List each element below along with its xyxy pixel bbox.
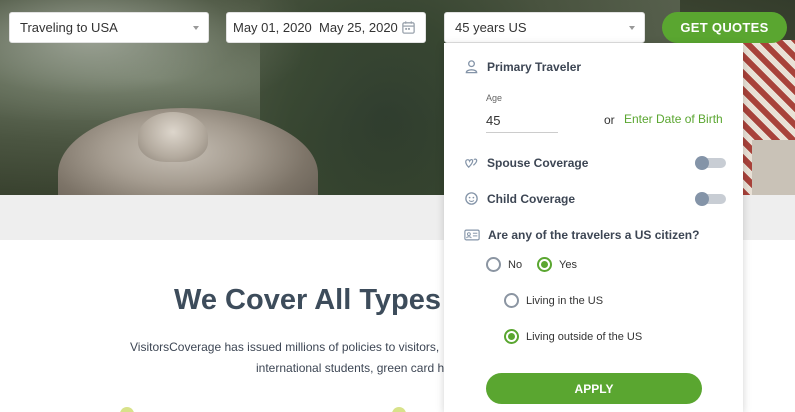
feature-icon-partial (392, 407, 406, 412)
page-description-line2: international students, green card h (256, 361, 445, 375)
living-outside-us-radio[interactable]: Living outside of the US (504, 329, 642, 344)
chevron-down-icon (629, 26, 635, 30)
living-outside-us-label: Living outside of the US (526, 330, 643, 343)
or-text: or (604, 113, 615, 127)
child-coverage-label: Child Coverage (487, 191, 576, 206)
toggle-knob (695, 156, 709, 170)
citizen-yes-label: Yes (559, 258, 577, 271)
radio-circle (486, 257, 501, 272)
primary-traveler-header: Primary Traveler (464, 59, 581, 74)
calendar-icon (402, 21, 415, 34)
get-quotes-button[interactable]: GET QUOTES (662, 12, 787, 43)
feature-icon-partial (120, 407, 134, 412)
us-citizen-question-row: Are any of the travelers a US citizen? (464, 228, 699, 242)
enter-dob-link[interactable]: Enter Date of Birth (624, 112, 723, 126)
radio-circle (504, 293, 519, 308)
child-coverage-row: Child Coverage (464, 191, 575, 206)
start-date: May 01, 2020 (233, 20, 312, 35)
date-range-field[interactable]: May 01, 2020 May 25, 2020 (226, 12, 426, 43)
page-description-line1: VisitorsCoverage has issued millions of … (130, 340, 440, 354)
living-in-us-label: Living in the US (526, 294, 604, 307)
living-in-us-radio[interactable]: Living in the US (504, 293, 603, 308)
primary-traveler-label: Primary Traveler (487, 59, 582, 74)
spouse-coverage-toggle[interactable] (695, 156, 726, 170)
citizen-no-label: No (508, 258, 523, 271)
destination-select[interactable]: Traveling to USA (9, 12, 209, 43)
citizen-yes-radio[interactable]: Yes (537, 257, 577, 272)
age-label: Age (486, 93, 503, 103)
destination-value: Traveling to USA (20, 20, 118, 35)
hearts-icon (465, 158, 478, 169)
toggle-knob (695, 192, 709, 206)
radio-circle-selected (504, 329, 519, 344)
travelers-value: 45 years US (455, 20, 527, 35)
travelers-select[interactable]: 45 years US (444, 12, 645, 43)
hero-right-object (752, 140, 795, 195)
hero-rock-highlight (138, 112, 208, 162)
spouse-coverage-row: Spouse Coverage (464, 155, 588, 170)
spouse-coverage-label: Spouse Coverage (487, 155, 589, 170)
person-icon (465, 60, 478, 74)
child-face-icon (465, 192, 478, 205)
child-coverage-toggle[interactable] (695, 192, 726, 206)
chevron-down-icon (193, 26, 199, 30)
us-citizen-question: Are any of the travelers a US citizen? (488, 228, 700, 242)
radio-circle-selected (537, 257, 552, 272)
apply-button[interactable]: APPLY (486, 373, 702, 404)
travelers-dropdown-panel: Primary Traveler Age or Enter Date of Bi… (444, 43, 743, 412)
age-input[interactable] (486, 109, 558, 133)
citizen-no-radio[interactable]: No (486, 257, 522, 272)
end-date: May 25, 2020 (319, 20, 398, 35)
id-card-icon (464, 229, 480, 241)
